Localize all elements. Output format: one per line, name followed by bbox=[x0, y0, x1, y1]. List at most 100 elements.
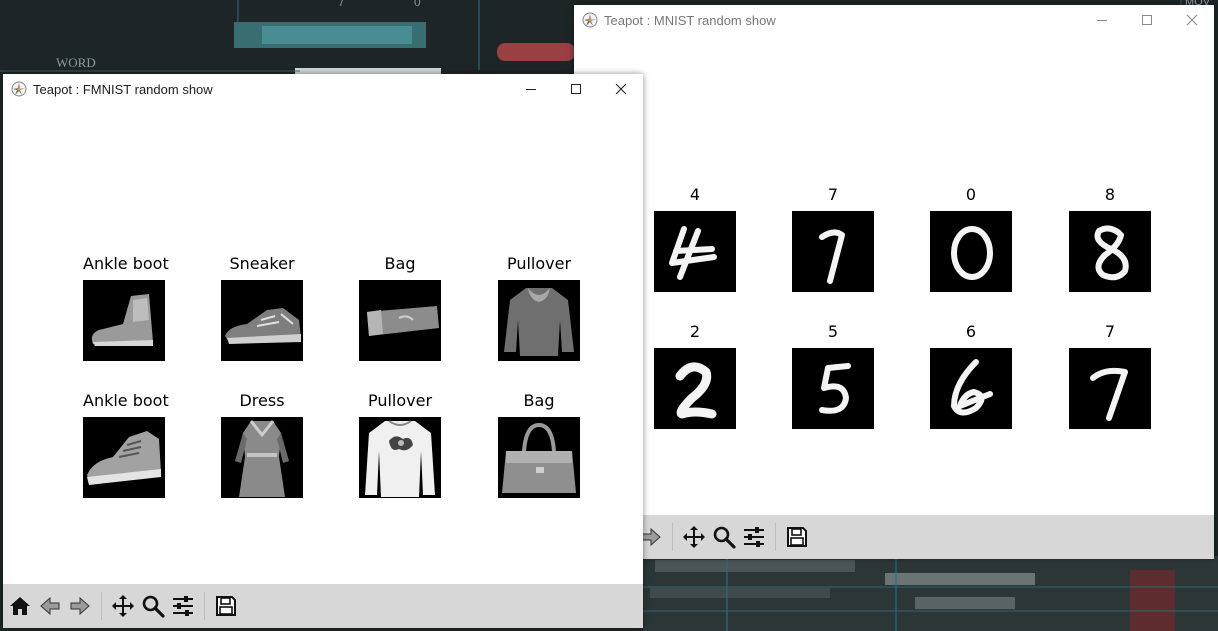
configure-icon bbox=[173, 596, 193, 616]
figure-canvas[interactable]: Ankle boot Sneaker Bag Pullover Ankle bo… bbox=[3, 104, 643, 584]
zoom-button[interactable] bbox=[711, 524, 737, 550]
back-button[interactable] bbox=[37, 593, 63, 619]
digit-2-image bbox=[654, 348, 736, 429]
bg-line bbox=[643, 586, 1218, 588]
close-button[interactable] bbox=[1169, 5, 1214, 35]
maximize-button[interactable] bbox=[553, 74, 598, 104]
matplotlib-toolbar bbox=[3, 584, 643, 628]
forward-arrow-icon bbox=[641, 527, 661, 547]
bg-blurred-block bbox=[262, 26, 412, 44]
bg-line bbox=[0, 70, 300, 72]
fashion-label: Ankle boot bbox=[83, 391, 169, 410]
bg-line bbox=[643, 610, 1218, 612]
configure-subplots-button[interactable] bbox=[170, 593, 196, 619]
maximize-icon bbox=[570, 84, 581, 94]
minimize-button[interactable] bbox=[508, 74, 553, 104]
zoom-icon bbox=[142, 595, 165, 618]
handbag-image bbox=[498, 417, 580, 498]
home-button[interactable] bbox=[7, 593, 33, 619]
fmnist-window[interactable]: Teapot : FMNIST random show Ankle boot S… bbox=[3, 74, 643, 628]
close-button[interactable] bbox=[598, 74, 643, 104]
mnist-titlebar[interactable]: Teapot : MNIST random show bbox=[574, 5, 1214, 35]
ankle-boot-image bbox=[83, 280, 165, 361]
fashion-label: Bag bbox=[384, 254, 416, 273]
fashion-tile: Pullover bbox=[359, 391, 441, 498]
zoom-icon bbox=[713, 526, 736, 549]
save-button[interactable] bbox=[213, 593, 239, 619]
bg-blurred-block bbox=[885, 573, 1035, 585]
fashion-tile: Sneaker bbox=[221, 254, 303, 361]
bg-line bbox=[237, 0, 239, 22]
digit-5-image bbox=[792, 348, 874, 429]
bg-word-label: WORD bbox=[56, 55, 96, 70]
fashion-tile: Pullover bbox=[498, 254, 580, 361]
digit-tile: 7 bbox=[1069, 322, 1151, 429]
fashion-tile: Ankle boot bbox=[83, 391, 169, 498]
fashion-tile: Dress bbox=[221, 391, 303, 498]
mnist-window[interactable]: Teapot : MNIST random show 4 7 0 8 2 5 6… bbox=[574, 5, 1214, 559]
window-title: Teapot : FMNIST random show bbox=[33, 81, 213, 97]
bg-blurred-red-block bbox=[1130, 570, 1175, 631]
pan-button[interactable] bbox=[681, 524, 707, 550]
figure-canvas[interactable]: 4 7 0 8 2 5 6 7 bbox=[574, 35, 1214, 515]
configure-icon bbox=[744, 527, 764, 547]
pullover-image bbox=[498, 280, 580, 361]
digit-7-image bbox=[1069, 348, 1151, 429]
digit-tile: 8 bbox=[1069, 185, 1151, 292]
bg-line bbox=[478, 0, 480, 70]
toolbar-separator bbox=[672, 523, 673, 551]
fashion-label: Bag bbox=[523, 391, 555, 410]
fashion-label: Pullover bbox=[506, 254, 572, 273]
pan-button[interactable] bbox=[110, 593, 136, 619]
bg-blurred-block bbox=[655, 560, 855, 572]
pan-icon bbox=[683, 526, 705, 548]
sneaker-image bbox=[221, 280, 303, 361]
bg-number: 7 bbox=[338, 0, 345, 9]
matplotlib-toolbar bbox=[574, 515, 1214, 559]
digit-tile: 4 bbox=[654, 185, 736, 292]
digit-tile: 0 bbox=[930, 185, 1012, 292]
pan-icon bbox=[112, 595, 134, 617]
digit-8-image bbox=[1069, 211, 1151, 292]
digit-label: 8 bbox=[1104, 185, 1116, 204]
fashion-label: Pullover bbox=[367, 391, 433, 410]
digit-7-image bbox=[792, 211, 874, 292]
toolbar-separator bbox=[204, 592, 205, 620]
bag-flat-image bbox=[359, 280, 441, 361]
digit-label: 6 bbox=[965, 322, 977, 341]
configure-subplots-button[interactable] bbox=[741, 524, 767, 550]
teapot-app-icon bbox=[11, 81, 27, 97]
fashion-tile: Bag bbox=[498, 391, 580, 498]
dress-image bbox=[221, 417, 303, 498]
back-arrow-icon bbox=[40, 596, 60, 616]
digit-tile: 6 bbox=[930, 322, 1012, 429]
fmnist-titlebar[interactable]: Teapot : FMNIST random show bbox=[3, 74, 643, 104]
save-icon bbox=[216, 596, 236, 616]
save-icon bbox=[787, 527, 807, 547]
close-icon bbox=[615, 83, 626, 95]
digit-tile: 2 bbox=[654, 322, 736, 429]
bg-blurred-block bbox=[915, 597, 1015, 609]
bg-line bbox=[726, 556, 728, 631]
home-icon bbox=[10, 597, 30, 615]
maximize-button[interactable] bbox=[1124, 5, 1169, 35]
forward-button[interactable] bbox=[67, 593, 93, 619]
digit-label: 2 bbox=[689, 322, 701, 341]
save-button[interactable] bbox=[784, 524, 810, 550]
digit-0-image bbox=[930, 211, 1012, 292]
digit-4-image bbox=[654, 211, 736, 292]
minimize-icon bbox=[1096, 20, 1107, 21]
digit-tile: 7 bbox=[792, 185, 874, 292]
bg-number: 0 bbox=[414, 0, 421, 9]
close-icon bbox=[1186, 14, 1197, 26]
maximize-icon bbox=[1141, 15, 1152, 25]
digit-label: 7 bbox=[827, 185, 839, 204]
toolbar-separator bbox=[775, 523, 776, 551]
digit-label: 0 bbox=[965, 185, 977, 204]
minimize-button[interactable] bbox=[1079, 5, 1124, 35]
fashion-tile: Bag bbox=[359, 254, 441, 361]
zoom-button[interactable] bbox=[140, 593, 166, 619]
bg-blurred-block bbox=[650, 588, 830, 598]
shoe-image bbox=[83, 417, 165, 498]
window-title: Teapot : MNIST random show bbox=[604, 12, 776, 28]
